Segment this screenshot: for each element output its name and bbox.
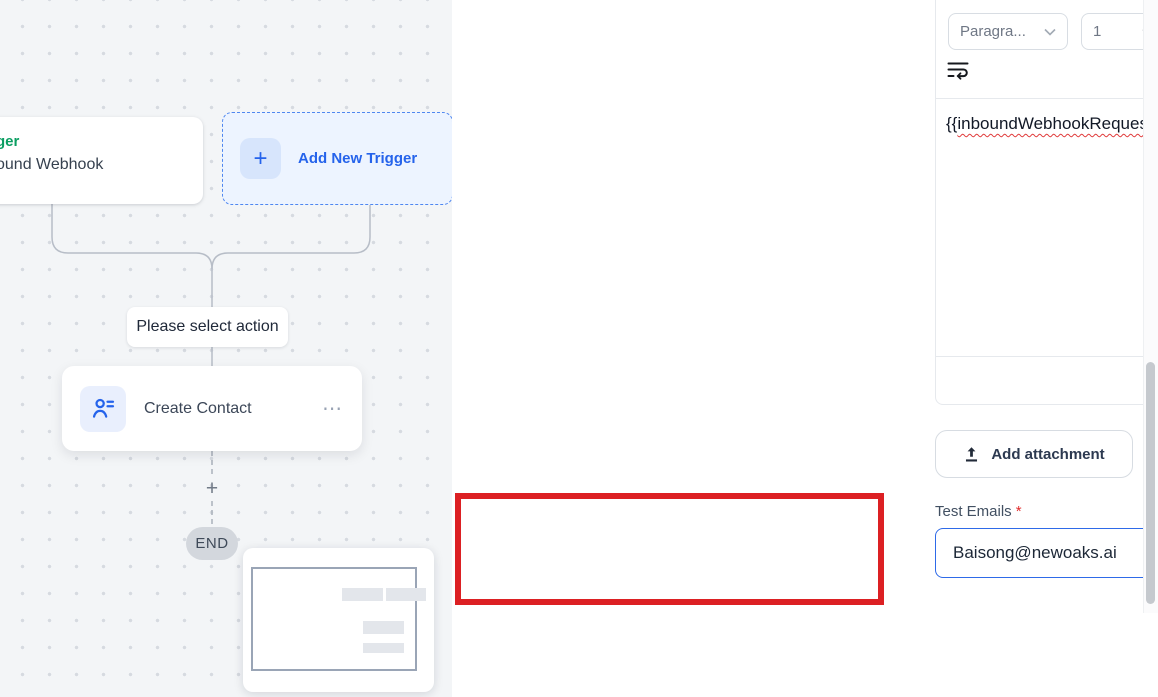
character-count: 33 characters | 1 words xyxy=(936,356,1158,404)
plus-icon: + xyxy=(240,138,281,179)
upload-icon xyxy=(966,446,978,462)
email-body-input[interactable]: {{inboundWebhookRequest.Content}} xyxy=(936,99,1158,356)
preview-placeholder-bar xyxy=(363,643,404,653)
workflow-builder-screen: ger ound Webhook + Add New Trigger Pleas… xyxy=(0,0,1158,697)
create-contact-node[interactable]: Create Contact ⋯ xyxy=(62,366,362,451)
preview-placeholder-bar xyxy=(342,588,383,601)
end-badge: END xyxy=(186,527,238,560)
text-wrap-button[interactable] xyxy=(947,60,969,80)
add-new-trigger-button[interactable]: + Add New Trigger xyxy=(222,112,452,205)
trigger-node-title: ger xyxy=(0,133,20,150)
trigger-node-subtitle: ound Webhook xyxy=(0,156,104,173)
add-attachment-button[interactable]: Add attachment xyxy=(935,430,1133,478)
select-action-hint: Please select action xyxy=(127,307,288,347)
test-emails-label: Test Emails * xyxy=(935,503,1022,520)
paragraph-format-dropdown[interactable]: Paragra... xyxy=(948,13,1068,50)
required-asterisk: * xyxy=(1015,503,1022,520)
preview-placeholder-bar xyxy=(363,621,404,634)
drag-preview-card xyxy=(243,548,434,692)
test-emails-label-text: Test Emails xyxy=(935,503,1012,520)
add-action-plus-button[interactable]: + xyxy=(201,477,223,500)
text-wrap-icon xyxy=(947,62,969,80)
chevron-down-icon xyxy=(1044,28,1056,36)
merge-tag-open: {{ xyxy=(946,114,958,133)
test-emails-input[interactable] xyxy=(935,528,1158,578)
contact-icon xyxy=(80,385,126,432)
email-body-editor: Paragra... 1 A xyxy=(935,0,1158,405)
add-attachment-label: Add attachment xyxy=(991,445,1105,463)
more-options-icon[interactable]: ⋯ xyxy=(322,399,344,419)
font-size-value: 1 xyxy=(1093,23,1102,40)
create-contact-label: Create Contact xyxy=(144,399,252,417)
workflow-canvas[interactable]: ger ound Webhook + Add New Trigger Pleas… xyxy=(0,0,452,697)
add-new-trigger-label: Add New Trigger xyxy=(298,150,418,167)
workflow-trigger-node[interactable]: ger ound Webhook xyxy=(0,117,203,204)
preview-frame xyxy=(251,567,417,671)
merge-tag-token: inboundWebhookRequest.Content xyxy=(957,114,1158,133)
action-settings-panel: Paragra... 1 A xyxy=(452,0,1158,697)
scrollbar-thumb[interactable] xyxy=(1146,362,1155,604)
paragraph-format-value: Paragra... xyxy=(960,23,1026,40)
preview-placeholder-bar xyxy=(386,588,426,601)
